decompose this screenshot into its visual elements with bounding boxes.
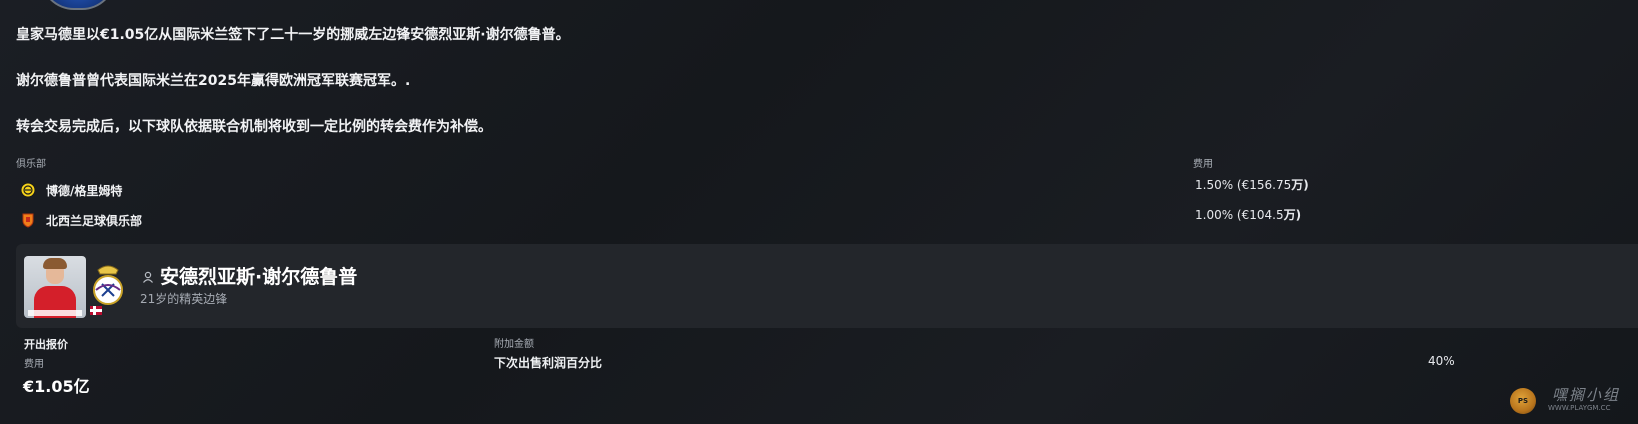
watermark-text: 嘿搁小组 xyxy=(1552,386,1621,404)
club-name: 博德/格里姆特 xyxy=(46,183,123,198)
player-photo xyxy=(24,256,86,318)
club-logo-partial xyxy=(40,0,116,10)
watermark-url: WWW.PLAYGM.CC xyxy=(1548,404,1611,412)
news-detail: 谢尔德鲁普曾代表国际米兰在2025年赢得欧洲冠军联赛冠军。. xyxy=(16,73,411,89)
column-header-club: 俱乐部 xyxy=(16,159,46,170)
addon-sell-on-label: 下次出售利润百分比 xyxy=(494,356,603,370)
player-name[interactable]: 安德烈亚斯·谢尔德鲁普 xyxy=(160,262,357,289)
player-description: 21岁的精英边锋 xyxy=(140,292,228,306)
offer-section-title: 开出报价 xyxy=(24,338,68,351)
addons-label: 附加金额 xyxy=(494,339,534,350)
bodo-glimt-crest-icon xyxy=(20,182,36,198)
site-watermark: PS 嘿搁小组 WWW.PLAYGM.CC xyxy=(1510,384,1632,414)
offer-fee-value: €1.05亿 xyxy=(23,377,90,396)
solidarity-row[interactable]: 北西兰足球俱乐部 xyxy=(20,209,142,231)
watermark-logo: PS xyxy=(1510,388,1536,414)
solidarity-row[interactable]: 博德/格里姆特 xyxy=(20,179,122,201)
news-solidarity-note: 转会交易完成后，以下球队依据联合机制将收到一定比例的转会费作为补偿。 xyxy=(16,119,492,135)
nordsjaelland-crest-icon xyxy=(20,212,36,228)
real-madrid-crest-icon xyxy=(88,260,128,308)
person-icon xyxy=(142,268,154,283)
player-card[interactable]: 安德烈亚斯·谢尔德鲁普 21岁的精英边锋 xyxy=(16,244,1638,328)
addon-sell-on-value: 40% xyxy=(1428,354,1455,368)
column-header-fee: 费用 xyxy=(1193,159,1213,170)
news-headline: 皇家马德里以€1.05亿从国际米兰签下了二十一岁的挪威左边锋安德烈亚斯·谢尔德鲁… xyxy=(16,27,570,43)
fee-value: 1.00% (€104.5万) xyxy=(1195,208,1302,222)
fee-value: 1.50% (€156.75万) xyxy=(1195,178,1309,192)
offer-fee-label: 费用 xyxy=(24,359,44,370)
club-name: 北西兰足球俱乐部 xyxy=(46,213,143,228)
